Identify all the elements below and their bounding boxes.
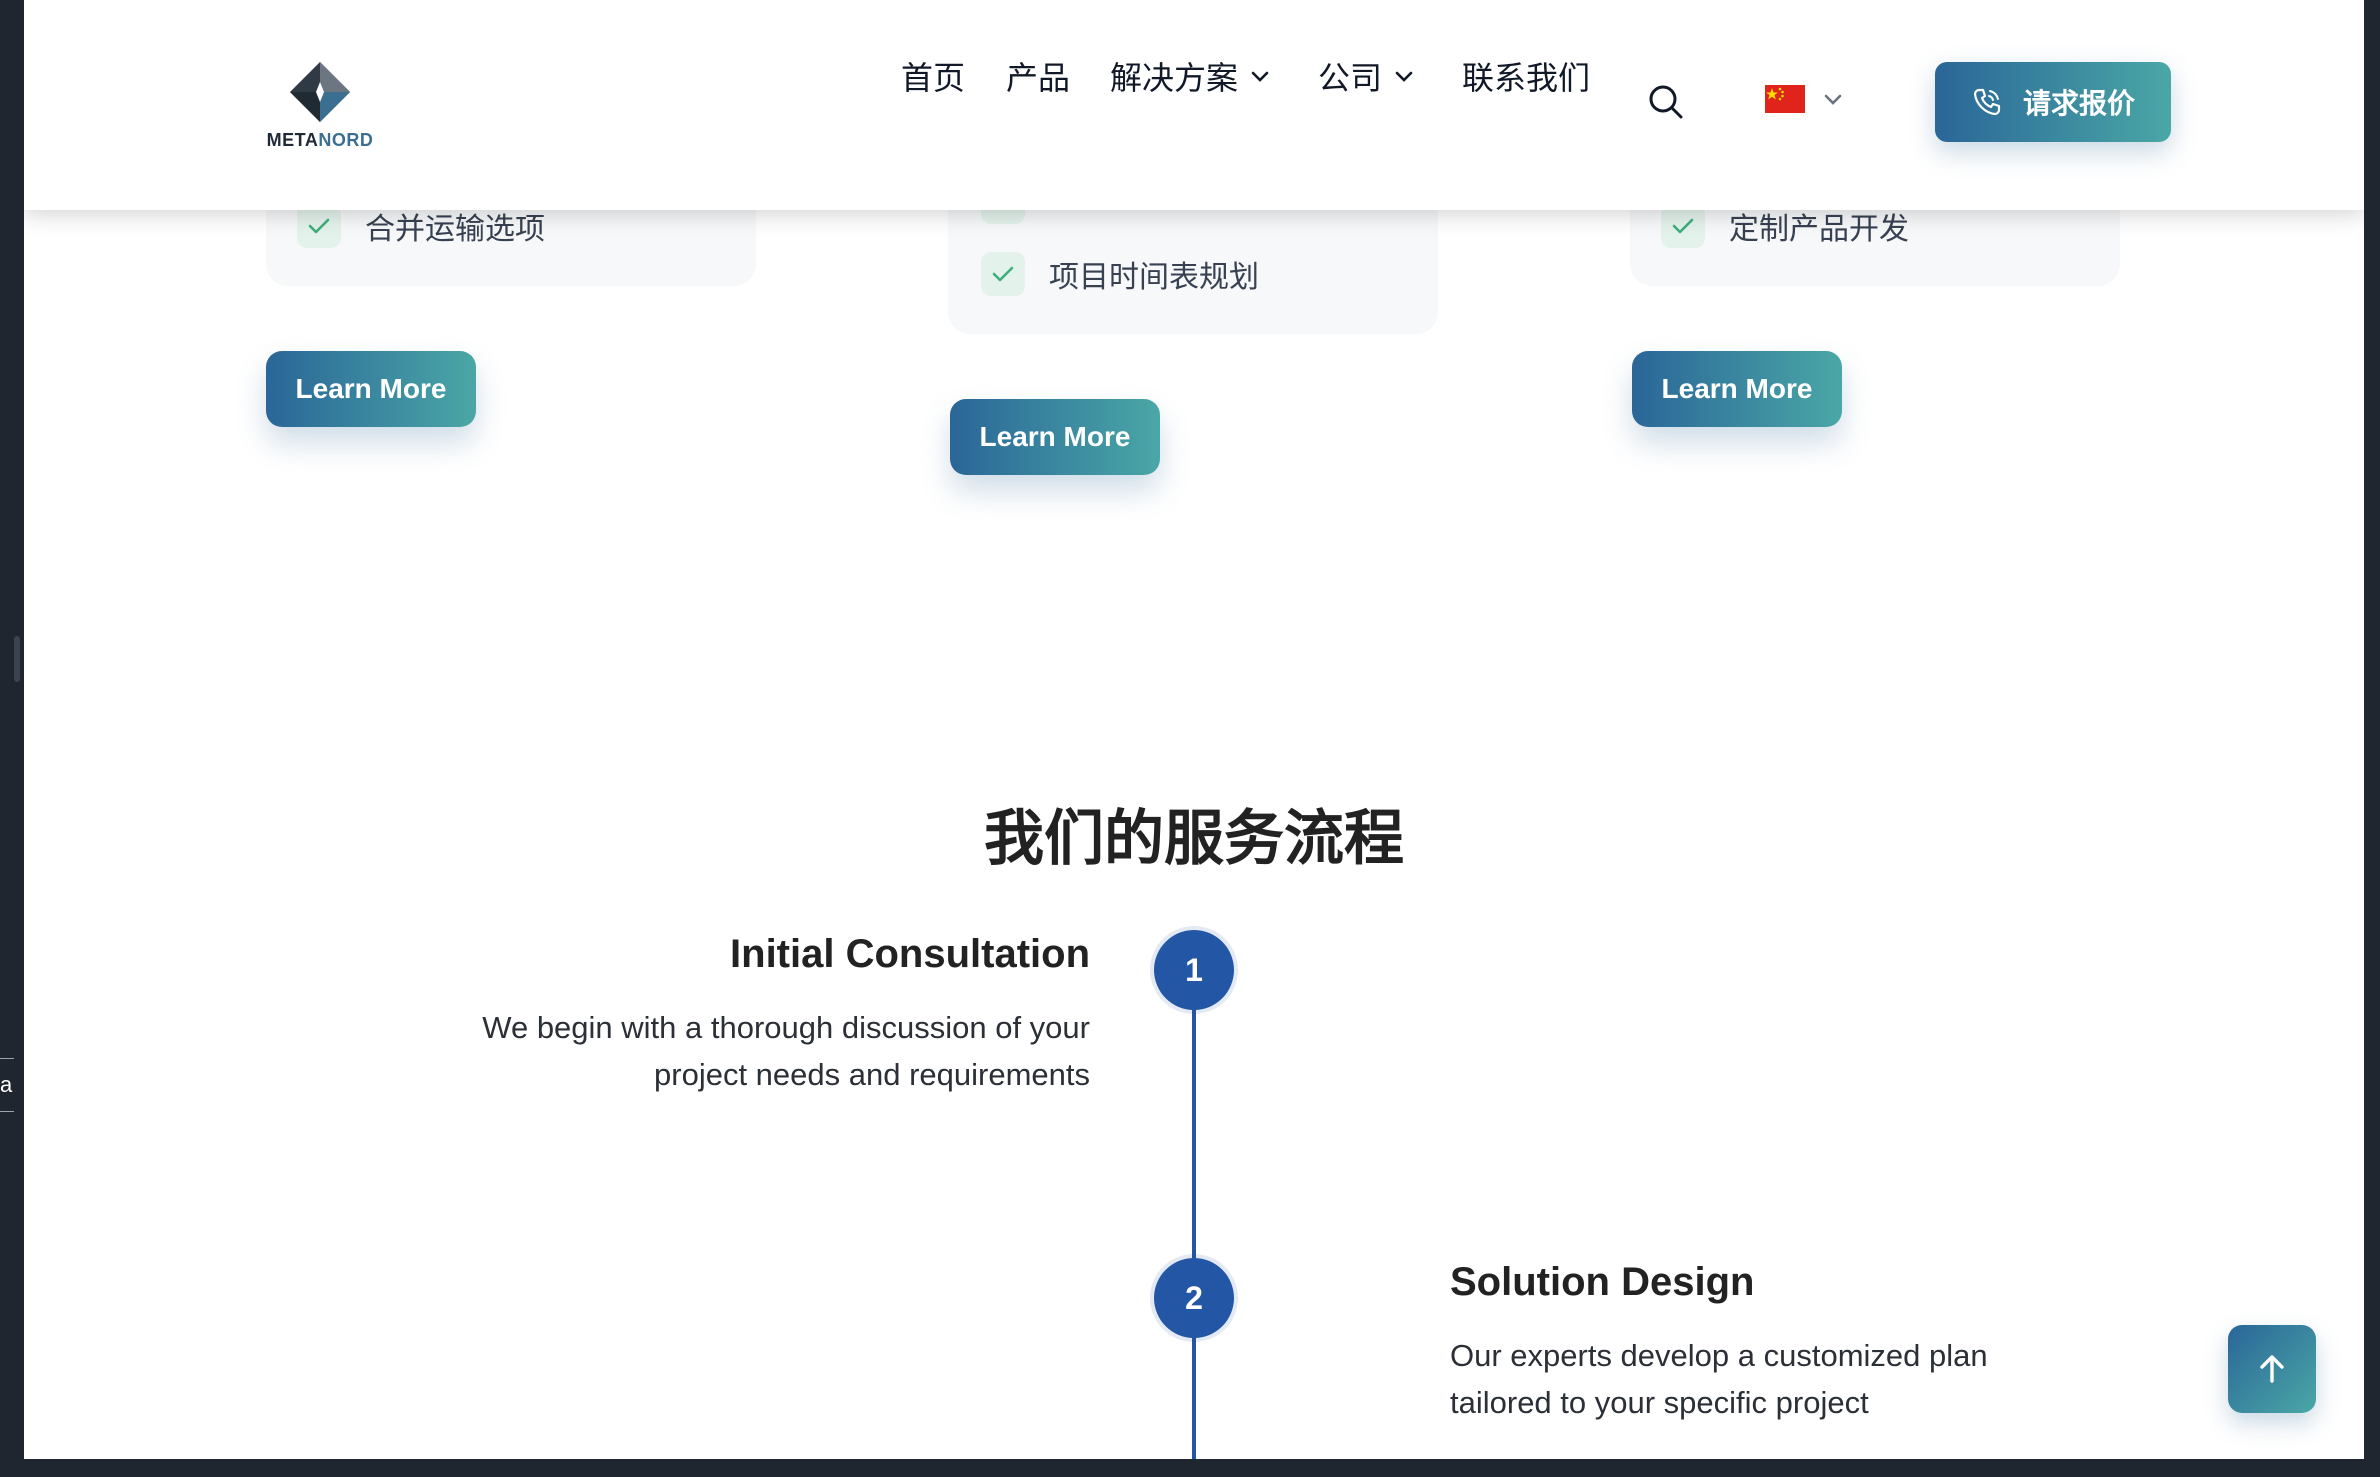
nav-item-company[interactable]: 公司 [1318,53,1414,99]
card-3-item: 定制产品开发 [1661,204,1909,248]
request-quote-button[interactable]: 请求报价 [1935,62,2171,142]
learn-more-button-1[interactable]: Learn More [266,351,476,427]
step-number-2: 2 [1154,1258,1234,1338]
page-viewport: 合并运输选项 项目时间表规划 定制产品开发 Learn More Learn M… [24,0,2364,1459]
check-icon [981,252,1025,296]
step-2-title: Solution Design [1450,1260,1755,1304]
card-1-item-label: 合并运输选项 [365,213,545,246]
learn-more-button-3[interactable]: Learn More [1632,351,1842,427]
edge-tab[interactable]: a [0,1058,14,1112]
card-2-item-label: 项目时间表规划 [1049,261,1259,294]
nav-label: 联系我们 [1462,60,1591,96]
china-flag-icon [1765,85,1805,113]
step-2-description: Our experts develop a customized plan ta… [1450,1332,1988,1426]
logo-text-main: META [266,130,319,150]
logo-text-accent: NORD [318,130,374,150]
card-1-item: 合并运输选项 [297,204,545,248]
step-number-1: 1 [1154,930,1234,1010]
nav-label: 解决方案 [1110,60,1239,96]
check-icon [1661,204,1705,248]
step-1-desc-line: We begin with a thorough discussion of y… [482,1010,1090,1045]
step-1-description: We begin with a thorough discussion of y… [482,1004,1090,1098]
edge-tab-label: a [0,1072,13,1097]
check-icon [297,204,341,248]
step-2-desc-line: tailored to your specific project [1450,1385,1869,1420]
back-to-top-button[interactable] [2228,1325,2316,1413]
phone-icon [1973,88,2001,116]
timeline-line [1192,1000,1196,1459]
card-2-item: 项目时间表规划 [981,252,1259,296]
site-header: METANORD 首页 产品 解决方案 公司 联系我们 请求报价 [24,0,2364,210]
logo-wordmark: METANORD [260,130,380,151]
step-2-desc-line: Our experts develop a customized plan [1450,1338,1988,1373]
scroll-grip[interactable] [14,636,20,682]
card-3-item-label: 定制产品开发 [1729,213,1909,246]
arrow-up-icon [2260,1355,2284,1383]
step-1-title: Initial Consultation [730,932,1090,976]
process-section-title: 我们的服务流程 [984,805,1404,872]
nav-label: 公司 [1318,60,1383,96]
nav-label: 首页 [901,60,966,96]
nav-label: 产品 [1006,60,1071,96]
chevron-down-icon [1251,71,1269,82]
nav-item-home[interactable]: 首页 [901,53,965,99]
chevron-down-icon [1824,94,1842,105]
step-1-desc-line: project needs and requirements [654,1057,1090,1092]
chevron-down-icon [1395,71,1413,82]
nav-item-solutions[interactable]: 解决方案 [1110,53,1270,99]
nav-item-contact[interactable]: 联系我们 [1462,53,1590,99]
learn-more-button-2[interactable]: Learn More [950,399,1160,475]
language-selector[interactable] [1765,85,1843,113]
search-icon[interactable] [1646,82,1686,122]
request-quote-label: 请求报价 [2022,88,2135,119]
nav-item-products[interactable]: 产品 [1006,53,1070,99]
